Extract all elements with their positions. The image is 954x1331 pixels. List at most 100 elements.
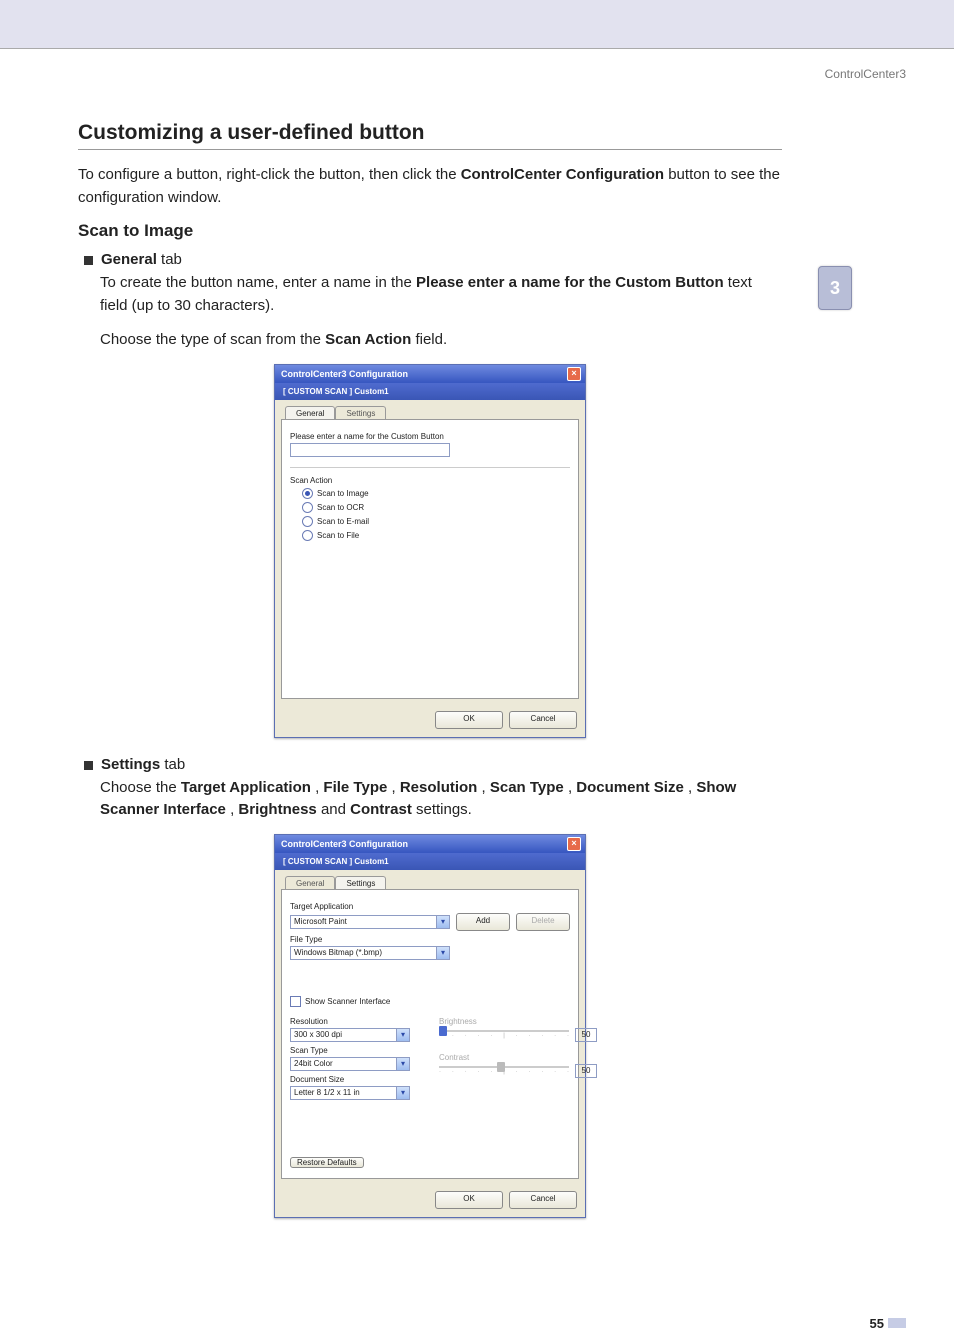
paragraph: To create the button name, enter a name … — [100, 272, 782, 317]
document-size-select[interactable]: Letter 8 1/2 x 11 in ▾ — [290, 1086, 410, 1100]
chevron-down-icon: ▾ — [396, 1058, 409, 1070]
general-block: To create the button name, enter a name … — [78, 272, 782, 352]
radio-scan-to-image[interactable]: Scan to Image — [302, 488, 570, 499]
text-bold: Brightness — [238, 801, 316, 818]
radio-icon — [302, 502, 313, 513]
checkbox-label: Show Scanner Interface — [305, 997, 390, 1006]
delete-button[interactable]: Delete — [516, 913, 570, 931]
bullet-label: Settings tab — [101, 756, 185, 773]
page-content: 3 Customizing a user-defined button To c… — [0, 81, 830, 1296]
window-titlebar: ControlCenter3 Configuration × — [275, 365, 585, 383]
radio-scan-to-ocr[interactable]: Scan to OCR — [302, 502, 570, 513]
text-bold: Scan Action — [325, 331, 411, 348]
text-bold: File Type — [323, 779, 387, 796]
bullet-icon — [84, 761, 93, 770]
file-type-label: File Type — [290, 935, 570, 944]
intro-paragraph: To configure a button, right-click the b… — [78, 164, 782, 209]
dialog-buttons: OK Cancel — [275, 705, 585, 737]
chevron-down-icon: ▾ — [436, 916, 449, 928]
text: settings. — [416, 801, 472, 818]
text: To configure a button, right-click the b… — [78, 166, 461, 183]
config-dialog-general: ControlCenter3 Configuration × [ CUSTOM … — [274, 364, 586, 738]
document-size-label: Document Size — [290, 1075, 421, 1084]
page-number: 55 — [870, 1316, 884, 1331]
right-column: Brightness ·····|····· 50 Contrast — [439, 1013, 570, 1100]
ok-button[interactable]: OK — [435, 1191, 503, 1209]
text-bold: Target Application — [181, 779, 311, 796]
radio-label: Scan to Image — [317, 489, 369, 498]
text-bold: Document Size — [576, 779, 684, 796]
brightness-slider[interactable]: ·····|····· 50 — [439, 1030, 569, 1039]
radio-icon — [302, 488, 313, 499]
text: tab — [157, 251, 182, 268]
tab-general[interactable]: General — [285, 876, 335, 890]
text: To create the button name, enter a name … — [100, 274, 416, 291]
target-application-select[interactable]: Microsoft Paint ▾ — [290, 915, 450, 929]
page-footer: 55 — [0, 1316, 954, 1331]
bullet-icon — [84, 256, 93, 265]
page-marker-icon — [888, 1318, 906, 1328]
radio-icon — [302, 530, 313, 541]
slider-thumb — [497, 1062, 505, 1072]
breadcrumb: [ CUSTOM SCAN ] Custom1 — [275, 853, 585, 870]
slider-thumb — [439, 1026, 447, 1036]
tab-strip: General Settings — [281, 406, 579, 420]
close-icon[interactable]: × — [567, 367, 581, 381]
config-dialog-settings: ControlCenter3 Configuration × [ CUSTOM … — [274, 834, 586, 1218]
brightness-value: 50 — [575, 1028, 597, 1042]
tab-panel: Please enter a name for the Custom Butto… — [281, 419, 579, 699]
screenshot-settings: ControlCenter3 Configuration × [ CUSTOM … — [78, 834, 782, 1218]
tab-settings[interactable]: Settings — [335, 876, 386, 890]
resolution-label: Resolution — [290, 1017, 421, 1026]
radio-scan-to-file[interactable]: Scan to File — [302, 530, 570, 541]
window-titlebar: ControlCenter3 Configuration × — [275, 835, 585, 853]
text: Choose the type of scan from the — [100, 331, 325, 348]
text-bold: Contrast — [350, 801, 412, 818]
breadcrumb: [ CUSTOM SCAN ] Custom1 — [275, 383, 585, 400]
restore-defaults-button[interactable]: Restore Defaults — [290, 1157, 364, 1168]
target-application-label: Target Application — [290, 902, 570, 911]
select-value: Microsoft Paint — [291, 916, 436, 928]
text: , — [392, 779, 400, 796]
cancel-button[interactable]: Cancel — [509, 1191, 577, 1209]
tab-general[interactable]: General — [285, 406, 335, 420]
radio-icon — [302, 516, 313, 527]
select-value: 300 x 300 dpi — [291, 1029, 396, 1041]
select-value: 24bit Color — [291, 1058, 396, 1070]
text-bold: Please enter a name for the Custom Butto… — [416, 274, 724, 291]
radio-label: Scan to E-mail — [317, 517, 369, 526]
tab-panel: Target Application Microsoft Paint ▾ Add… — [281, 889, 579, 1179]
slider-ticks: ·····|····· — [439, 1033, 569, 1039]
text: tab — [160, 756, 185, 773]
show-scanner-interface-checkbox[interactable]: Show Scanner Interface — [290, 996, 570, 1007]
contrast-slider[interactable]: ·····|····· 50 — [439, 1066, 569, 1075]
text: , — [482, 779, 490, 796]
dialog-body: General Settings Please enter a name for… — [275, 400, 585, 705]
contrast-label: Contrast — [439, 1053, 570, 1062]
cancel-button[interactable]: Cancel — [509, 711, 577, 729]
tab-strip: General Settings — [281, 876, 579, 890]
select-value: Windows Bitmap (*.bmp) — [291, 947, 436, 959]
close-icon[interactable]: × — [567, 837, 581, 851]
radio-label: Scan to File — [317, 531, 359, 540]
chevron-down-icon: ▾ — [396, 1029, 409, 1041]
ok-button[interactable]: OK — [435, 711, 503, 729]
text-bold: Resolution — [400, 779, 478, 796]
window-title: ControlCenter3 Configuration — [281, 369, 408, 379]
custom-name-input[interactable] — [290, 443, 450, 457]
tab-settings[interactable]: Settings — [335, 406, 386, 420]
divider — [290, 467, 570, 468]
dialog-body: General Settings Target Application Micr… — [275, 870, 585, 1185]
checkbox-icon — [290, 996, 301, 1007]
contrast-value: 50 — [575, 1064, 597, 1078]
scan-type-select[interactable]: 24bit Color ▾ — [290, 1057, 410, 1071]
resolution-select[interactable]: 300 x 300 dpi ▾ — [290, 1028, 410, 1042]
text-bold: General — [101, 251, 157, 268]
radio-scan-to-email[interactable]: Scan to E-mail — [302, 516, 570, 527]
text: Choose the — [100, 779, 181, 796]
add-button[interactable]: Add — [456, 913, 510, 931]
brightness-label: Brightness — [439, 1017, 570, 1026]
chevron-down-icon: ▾ — [396, 1087, 409, 1099]
window-title: ControlCenter3 Configuration — [281, 839, 408, 849]
file-type-select[interactable]: Windows Bitmap (*.bmp) ▾ — [290, 946, 450, 960]
